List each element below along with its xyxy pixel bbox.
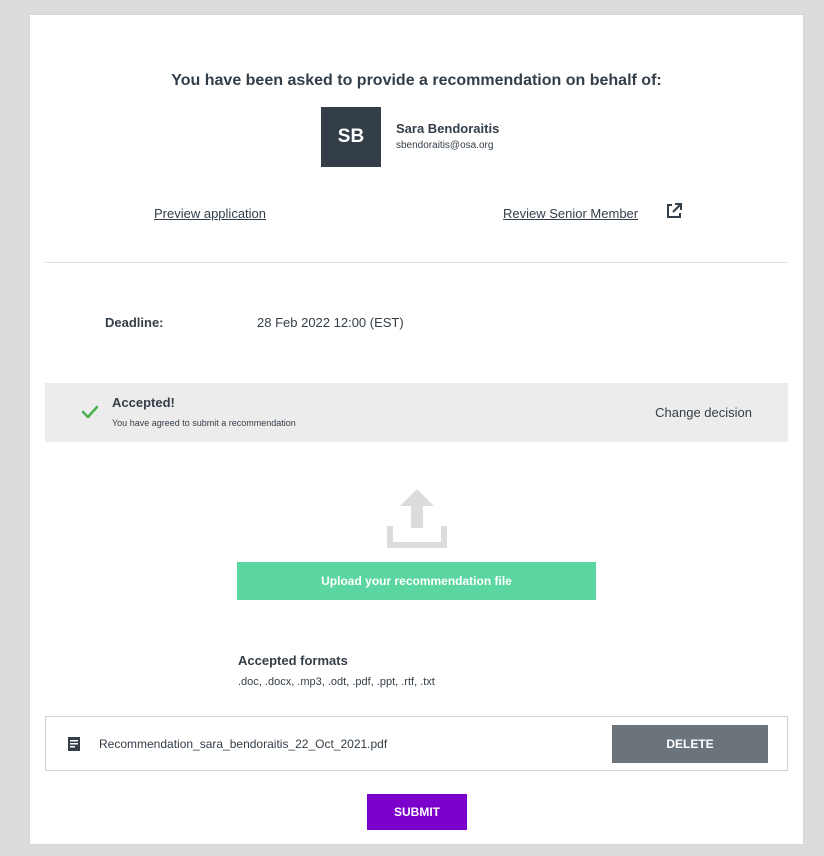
page-title: You have been asked to provide a recomme… [171, 72, 662, 89]
preview-application-link[interactable]: Preview application [154, 206, 266, 221]
deadline-label: Deadline: [105, 315, 164, 330]
section-divider [45, 262, 788, 263]
file-name: Recommendation_sara_bendoraitis_22_Oct_2… [99, 737, 388, 751]
upload-file-button[interactable]: Upload your recommendation file [237, 562, 596, 600]
applicant-email: sbendoraitis@osa.org [396, 140, 494, 151]
deadline-value: 28 Feb 2022 12:00 (EST) [257, 315, 404, 330]
review-senior-member-link[interactable]: Review Senior Member [503, 206, 638, 221]
status-subtitle: You have agreed to submit a recommendati… [112, 418, 296, 428]
delete-button[interactable]: DELETE [612, 725, 768, 763]
recommendation-card: You have been asked to provide a recomme… [30, 15, 803, 844]
status-title: Accepted! [112, 395, 175, 410]
accepted-formats-list: .doc, .docx, .mp3, .odt, .pdf, .ppt, .rt… [238, 676, 435, 688]
check-icon [81, 405, 99, 419]
change-decision-link[interactable]: Change decision [655, 405, 752, 420]
uploaded-file-row: Recommendation_sara_bendoraitis_22_Oct_2… [45, 716, 788, 771]
external-link-icon[interactable] [666, 203, 682, 219]
avatar: SB [321, 107, 381, 167]
applicant-name: Sara Bendoraitis [396, 121, 500, 136]
upload-icon [387, 486, 447, 548]
document-icon [68, 737, 80, 751]
accepted-formats-title: Accepted formats [238, 653, 348, 668]
decision-status-bar: Accepted! You have agreed to submit a re… [45, 383, 788, 442]
submit-button[interactable]: SUBMIT [367, 794, 467, 830]
